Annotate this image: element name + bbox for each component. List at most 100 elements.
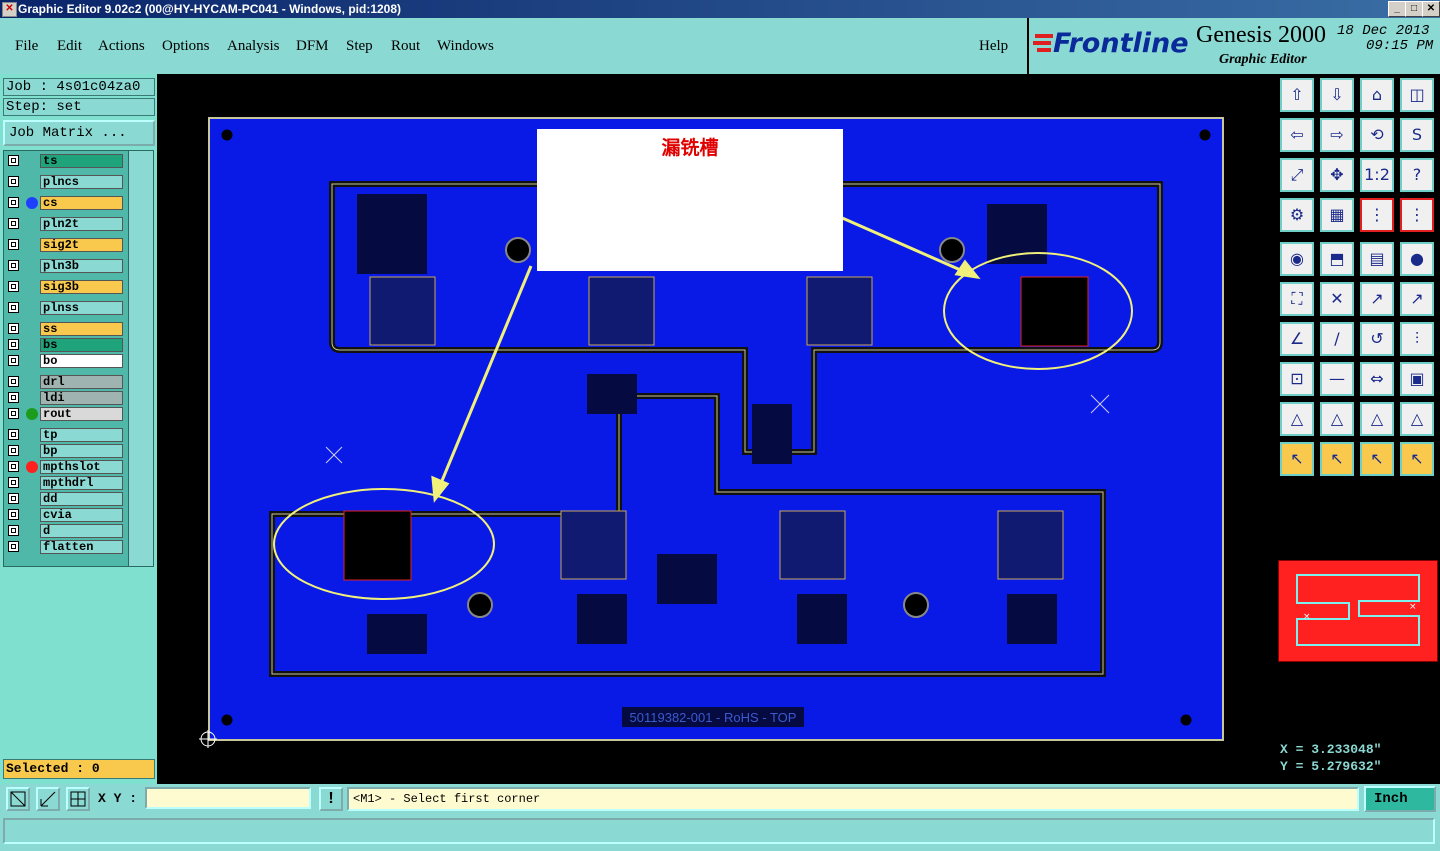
layer-name[interactable]: mpthslot	[40, 460, 123, 474]
layer-checkbox[interactable]	[8, 461, 19, 472]
point-add-icon[interactable]: ↗	[1400, 282, 1434, 316]
layer-name[interactable]: plnss	[40, 301, 123, 315]
mini-map[interactable]: × ×	[1278, 560, 1438, 662]
layer-view-icon[interactable]: ⋮	[1400, 198, 1434, 232]
menu-dfm[interactable]: DFM	[296, 38, 329, 55]
layer-row-drl[interactable]: drl	[6, 375, 124, 389]
layer-checkbox[interactable]	[8, 281, 19, 292]
layer-row-bp[interactable]: bp	[6, 444, 124, 458]
layer-name[interactable]: bp	[40, 444, 123, 458]
layer-name[interactable]: rout	[40, 407, 123, 421]
layer-name[interactable]: tp	[40, 428, 123, 442]
slash-icon[interactable]: /	[1320, 322, 1354, 356]
close-button[interactable]: ✕	[1422, 1, 1440, 17]
net-icon[interactable]: ⛶	[1280, 282, 1314, 316]
select-net-icon[interactable]: ↖	[1400, 442, 1434, 476]
layer-checkbox[interactable]	[8, 477, 19, 488]
layer-checkbox[interactable]	[8, 525, 19, 536]
layer-name[interactable]: mpthdrl	[40, 476, 123, 490]
layer-row-bs[interactable]: bs	[6, 338, 124, 352]
snap-icon[interactable]: ⊡	[1280, 362, 1314, 396]
layer-checkbox[interactable]	[8, 429, 19, 440]
layer-checkbox[interactable]	[8, 339, 19, 350]
layer-row-plncs[interactable]: plncs	[6, 175, 124, 189]
layer-checkbox[interactable]	[8, 176, 19, 187]
measure-icon[interactable]	[36, 787, 60, 811]
layer-name[interactable]: d	[40, 524, 123, 538]
layer-row-cvia[interactable]: cvia	[6, 508, 124, 522]
fit-icon[interactable]: ⤢	[1280, 158, 1314, 192]
layer-checkbox[interactable]	[8, 355, 19, 366]
group-icon[interactable]: ▣	[1400, 362, 1434, 396]
layer-name[interactable]: bo	[40, 354, 123, 368]
layer-checkbox[interactable]	[8, 218, 19, 229]
layer-row-d[interactable]: d	[6, 524, 124, 538]
arc-icon[interactable]: ↺	[1360, 322, 1394, 356]
layer-name[interactable]: sig2t	[40, 238, 123, 252]
layer-row-sig3b[interactable]: sig3b	[6, 280, 124, 294]
menu-file[interactable]: File	[15, 38, 38, 55]
grid-snap-icon[interactable]	[66, 787, 90, 811]
select-cross-icon[interactable]: ↖	[1360, 442, 1394, 476]
cross-icon[interactable]: ✕	[1320, 282, 1354, 316]
layer-name[interactable]: cs	[40, 196, 123, 210]
layer-row-pln2t[interactable]: pln2t	[6, 217, 124, 231]
angle-icon[interactable]: ∠	[1280, 322, 1314, 356]
ruler-icon[interactable]: ▤	[1360, 242, 1394, 276]
layer-row-mpthslot[interactable]: mpthslot	[6, 460, 124, 474]
alert-button[interactable]: !	[319, 787, 343, 811]
layer-name[interactable]: pln2t	[40, 217, 123, 231]
menu-rout[interactable]: Rout	[391, 38, 420, 55]
job-matrix-button[interactable]: Job Matrix ...	[3, 120, 155, 146]
zoom-center-icon[interactable]: ✥	[1320, 158, 1354, 192]
pad-icon[interactable]: ◉	[1280, 242, 1314, 276]
layer-name[interactable]: ts	[40, 154, 123, 168]
layer-name[interactable]: drl	[40, 375, 123, 389]
units-selector[interactable]: Inch	[1364, 786, 1436, 812]
minimize-button[interactable]: _	[1388, 1, 1406, 17]
grid-icon[interactable]: ▦	[1320, 198, 1354, 232]
cut-icon[interactable]: —	[1320, 362, 1354, 396]
layer-name[interactable]: ss	[40, 322, 123, 336]
open-icon[interactable]: ⇧	[1280, 78, 1314, 112]
layer-checkbox[interactable]	[8, 239, 19, 250]
layer-name[interactable]: sig3b	[40, 280, 123, 294]
layer-name[interactable]: dd	[40, 492, 123, 506]
layer-checkbox[interactable]	[8, 302, 19, 313]
triangle-c-icon[interactable]: △	[1400, 402, 1434, 436]
menu-edit[interactable]: Edit	[57, 38, 82, 55]
layer-name[interactable]: flatten	[40, 540, 123, 554]
layer-row-bo[interactable]: bo	[6, 354, 124, 368]
triangle-b-icon[interactable]: △	[1360, 402, 1394, 436]
swap-icon[interactable]: ⟲	[1360, 118, 1394, 152]
layer-row-ss[interactable]: ss	[6, 322, 124, 336]
layer-row-ldi[interactable]: ldi	[6, 391, 124, 405]
select-box-icon[interactable]: ↖	[1320, 442, 1354, 476]
help-icon[interactable]: ?	[1400, 158, 1434, 192]
layer-checkbox[interactable]	[8, 493, 19, 504]
scale-1-2-icon[interactable]: 1:2	[1360, 158, 1394, 192]
layer-row-plnss[interactable]: plnss	[6, 301, 124, 315]
triangle-a-icon[interactable]: △	[1320, 402, 1354, 436]
layer-checkbox[interactable]	[8, 445, 19, 456]
feature-icon[interactable]: ⫶	[1400, 322, 1434, 356]
menu-options[interactable]: Options	[162, 38, 210, 55]
save-icon[interactable]: ⇩	[1320, 78, 1354, 112]
layer-row-dd[interactable]: dd	[6, 492, 124, 506]
layer-scrollbar[interactable]	[128, 150, 154, 567]
layer-checkbox[interactable]	[8, 541, 19, 552]
layer-row-tp[interactable]: tp	[6, 428, 124, 442]
layer-name[interactable]: bs	[40, 338, 123, 352]
split-view-icon[interactable]: ◫	[1400, 78, 1434, 112]
layer-name[interactable]: plncs	[40, 175, 123, 189]
line-add-icon[interactable]: ↗	[1360, 282, 1394, 316]
triangle-icon[interactable]: △	[1280, 402, 1314, 436]
menu-windows[interactable]: Windows	[437, 38, 494, 55]
s-curve-icon[interactable]: S	[1400, 118, 1434, 152]
fit-width-icon[interactable]: ⇔	[1360, 362, 1394, 396]
step-out-icon[interactable]: ⇨	[1320, 118, 1354, 152]
step-in-icon[interactable]: ⇦	[1280, 118, 1314, 152]
layer-row-cs[interactable]: cs	[6, 196, 124, 210]
layer-checkbox[interactable]	[8, 155, 19, 166]
graphic-canvas[interactable]: 漏铣槽 50119382-001 - RoHS - TOP	[157, 74, 1276, 784]
